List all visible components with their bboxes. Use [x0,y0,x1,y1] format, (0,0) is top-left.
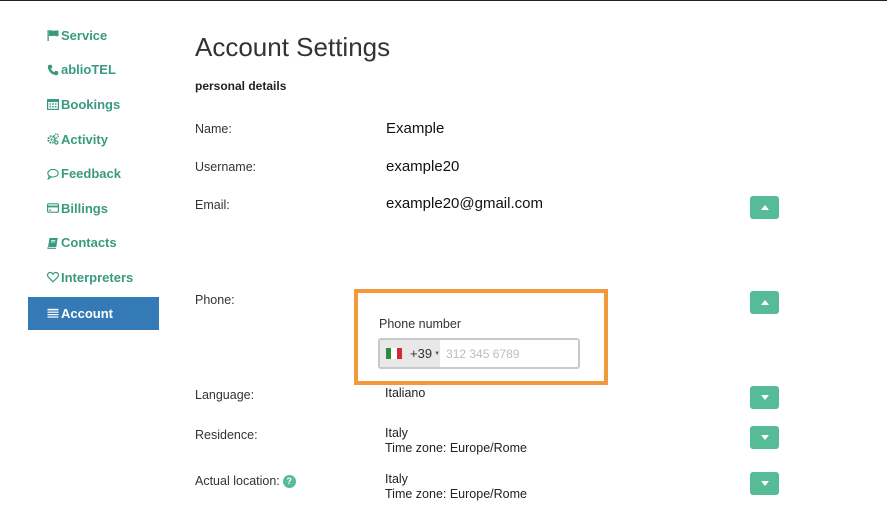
sidebar-nav: Service ablioTEL Bookings Activity Feedb… [28,18,159,330]
heart-icon [46,271,59,284]
language-value: Italiano [385,386,426,400]
sidebar-item-interpreters[interactable]: Interpreters [28,260,159,295]
calendar-icon [46,98,59,111]
help-icon[interactable]: ? [282,474,296,488]
country-code-selector[interactable]: +39 ▼ [380,340,441,367]
sidebar-item-service[interactable]: Service [28,18,159,53]
page-title: Account Settings [195,32,391,62]
sidebar-item-label: ablioTEL [61,62,116,78]
residence-label: Residence: [195,428,258,442]
residence-expand-button[interactable] [750,426,779,449]
phone-input-group: +39 ▼ [378,338,580,369]
sidebar-item-label: Contacts [61,235,117,251]
chevron-up-icon [760,300,769,305]
sidebar-item-abliotel[interactable]: ablioTEL [28,53,159,88]
actual-location-timezone: Time zone: Europe/Rome [385,487,527,501]
sidebar-item-label: Interpreters [61,269,134,285]
sidebar-item-activity[interactable]: Activity [28,122,159,157]
phone-label: Phone: [195,293,235,307]
sidebar-item-bookings[interactable]: Bookings [28,87,159,122]
chevron-up-icon [760,205,769,210]
sidebar-item-label: Billings [61,200,108,216]
sidebar-item-label: Feedback [61,166,121,182]
actual-location-label-row: Actual location:? [195,474,296,488]
sidebar-item-label: Account [61,305,113,321]
sidebar-item-label: Bookings [61,96,121,112]
language-expand-button[interactable] [750,386,779,409]
credit-card-icon [46,202,59,215]
sidebar-item-contacts[interactable]: Contacts [28,226,159,261]
italy-flag-icon [386,348,402,359]
chevron-down-icon [760,395,769,400]
flag-icon [46,29,59,42]
list-icon [46,307,59,320]
sidebar-item-label: Activity [61,131,108,147]
chevron-down-icon [760,481,769,486]
comment-icon [46,167,59,180]
phone-highlight-box [354,289,608,385]
name-label: Name: [195,122,232,136]
phone-icon [46,63,59,76]
actual-location-country: Italy [385,472,408,486]
residence-country: Italy [385,426,408,440]
username-value: example20 [386,158,460,175]
email-collapse-button[interactable] [750,196,779,219]
top-border [0,0,887,1]
actual-location-expand-button[interactable] [750,472,779,495]
actual-location-label: Actual location: [195,474,280,488]
chevron-down-icon [760,435,769,440]
language-label: Language: [195,388,255,402]
phone-number-input[interactable] [440,340,578,367]
dial-code: +39 [410,346,433,361]
phone-collapse-button[interactable] [750,291,779,314]
section-subtitle: personal details [195,79,287,93]
sidebar-item-account[interactable]: Account [28,296,159,330]
email-label: Email: [195,198,230,212]
sidebar-item-label: Service [61,27,108,43]
residence-timezone: Time zone: Europe/Rome [385,441,527,455]
username-label: Username: [195,160,257,174]
gears-icon [46,133,59,146]
book-icon [46,236,59,249]
email-value: example20@gmail.com [386,195,543,212]
sidebar-item-feedback[interactable]: Feedback [28,156,159,191]
sidebar-item-billings[interactable]: Billings [28,191,159,226]
name-value: Example [386,120,445,137]
phone-number-caption: Phone number [379,317,462,331]
